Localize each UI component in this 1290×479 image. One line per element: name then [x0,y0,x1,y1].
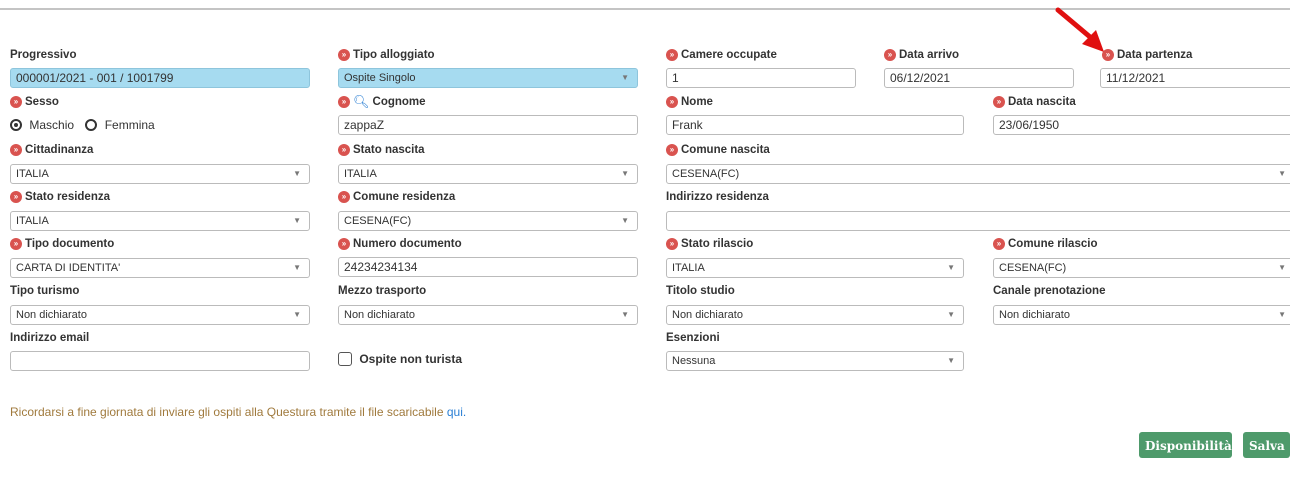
cognome-label: » 🔍︎ Cognome [338,94,426,110]
numero-documento-input[interactable]: 24234234134 [338,257,638,277]
required-chevron-icon: » [338,144,350,156]
caret-down-icon: ▼ [293,216,301,225]
comune-nascita-select[interactable]: CESENA(FC) ▼ [666,164,1290,184]
mezzo-trasporto-select[interactable]: Non dichiarato ▼ [338,305,638,325]
download-link[interactable]: qui. [447,405,466,419]
canale-prenotazione-label: Canale prenotazione [993,285,1106,297]
progressivo-field[interactable]: 000001/2021 - 001 / 1001799 [10,68,310,88]
required-chevron-icon: » [338,191,350,203]
caret-down-icon: ▼ [293,310,301,319]
stato-nascita-select[interactable]: ITALIA ▼ [338,164,638,184]
radio-femmina[interactable] [85,118,98,131]
comune-residenza-select[interactable]: CESENA(FC) ▼ [338,211,638,231]
cittadinanza-label: » Cittadinanza [10,142,93,158]
sesso-radio-group: Maschio Femmina [10,117,155,132]
tipo-turismo-select[interactable]: Non dichiarato ▼ [10,305,310,325]
radio-maschio[interactable] [10,118,22,131]
caret-down-icon: ▼ [621,73,629,82]
nome-input[interactable]: Frank [666,115,964,135]
indirizzo-residenza-input[interactable] [666,211,1290,231]
indirizzo-email-input[interactable] [10,351,310,371]
required-chevron-icon: » [1102,49,1114,61]
ospite-non-turista-checkbox[interactable] [338,351,352,366]
camere-occupate-input[interactable]: 1 [666,68,856,88]
search-icon[interactable]: 🔍︎ [353,94,370,110]
radio-maschio-label: Maschio [29,117,75,132]
tipo-documento-label: » Tipo documento [10,236,114,252]
caret-down-icon: ▼ [1278,310,1286,319]
questura-note: Ricordarsi a fine giornata di inviare gl… [10,405,466,419]
camere-occupate-label: » Camere occupate [666,47,777,63]
comune-residenza-label: » Comune residenza [338,189,455,205]
data-nascita-input[interactable]: 23/06/1950 [993,115,1290,135]
caret-down-icon: ▼ [947,356,955,365]
stato-residenza-label: » Stato residenza [10,189,110,205]
cognome-input[interactable]: zappaZ [338,115,638,135]
indirizzo-email-label: Indirizzo email [10,332,90,344]
mezzo-trasporto-label: Mezzo trasporto [338,285,427,297]
titolo-studio-label: Titolo studio [666,285,735,297]
questura-note-text: Ricordarsi a fine giornata di inviare gl… [10,405,447,419]
required-chevron-icon: » [666,144,678,156]
disponibilita-button[interactable]: Disponibilità [1139,432,1232,458]
comune-rilascio-select[interactable]: CESENA(FC) ▼ [993,258,1290,278]
ospite-non-turista-row: Ospite non turista [338,351,462,366]
progressivo-label: Progressivo [10,49,77,61]
required-chevron-icon: » [884,49,896,61]
cittadinanza-select[interactable]: ITALIA ▼ [10,164,310,184]
data-nascita-label: » Data nascita [993,94,1076,110]
caret-down-icon: ▼ [621,169,629,178]
caret-down-icon: ▼ [621,310,629,319]
caret-down-icon: ▼ [293,169,301,178]
ospite-non-turista-label: Ospite non turista [359,351,463,366]
stato-residenza-select[interactable]: ITALIA ▼ [10,211,310,231]
esenzioni-select[interactable]: Nessuna ▼ [666,351,964,371]
required-chevron-icon: » [338,49,350,61]
required-chevron-icon: » [993,238,1005,250]
required-chevron-icon: » [666,96,678,108]
required-chevron-icon: » [10,191,22,203]
comune-rilascio-label: » Comune rilascio [993,236,1097,252]
required-chevron-icon: » [666,49,678,61]
tipo-turismo-label: Tipo turismo [10,285,80,297]
required-chevron-icon: » [10,238,22,250]
caret-down-icon: ▼ [1278,169,1286,178]
data-partenza-label: » Data partenza [1102,47,1192,63]
esenzioni-label: Esenzioni [666,332,720,344]
numero-documento-label: » Numero documento [338,236,462,252]
required-chevron-icon: » [993,96,1005,108]
comune-nascita-label: » Comune nascita [666,142,770,158]
caret-down-icon: ▼ [1278,263,1286,272]
canale-prenotazione-select[interactable]: Non dichiarato ▼ [993,305,1290,325]
tipo-documento-select[interactable]: CARTA DI IDENTITA' ▼ [10,258,310,278]
required-chevron-icon: » [10,96,22,108]
required-chevron-icon: » [338,238,350,250]
indirizzo-residenza-label: Indirizzo residenza [666,191,769,203]
required-chevron-icon: » [666,238,678,250]
titolo-studio-select[interactable]: Non dichiarato ▼ [666,305,964,325]
sesso-label: » Sesso [10,94,59,110]
radio-femmina-label: Femmina [104,117,155,132]
stato-rilascio-label: » Stato rilascio [666,236,753,252]
required-chevron-icon: » [338,96,350,108]
caret-down-icon: ▼ [293,263,301,272]
required-chevron-icon: » [10,144,22,156]
stato-nascita-label: » Stato nascita [338,142,425,158]
tipo-alloggiato-label: » Tipo alloggiato [338,47,435,63]
caret-down-icon: ▼ [947,310,955,319]
save-button[interactable]: Salva [1243,432,1290,458]
stato-rilascio-select[interactable]: ITALIA ▼ [666,258,964,278]
data-arrivo-label: » Data arrivo [884,47,959,63]
data-partenza-input[interactable]: 11/12/2021 [1100,68,1290,88]
caret-down-icon: ▼ [621,216,629,225]
tipo-alloggiato-select[interactable]: Ospite Singolo ▼ [338,68,638,88]
data-arrivo-input[interactable]: 06/12/2021 [884,68,1074,88]
caret-down-icon: ▼ [947,263,955,272]
nome-label: » Nome [666,94,713,110]
